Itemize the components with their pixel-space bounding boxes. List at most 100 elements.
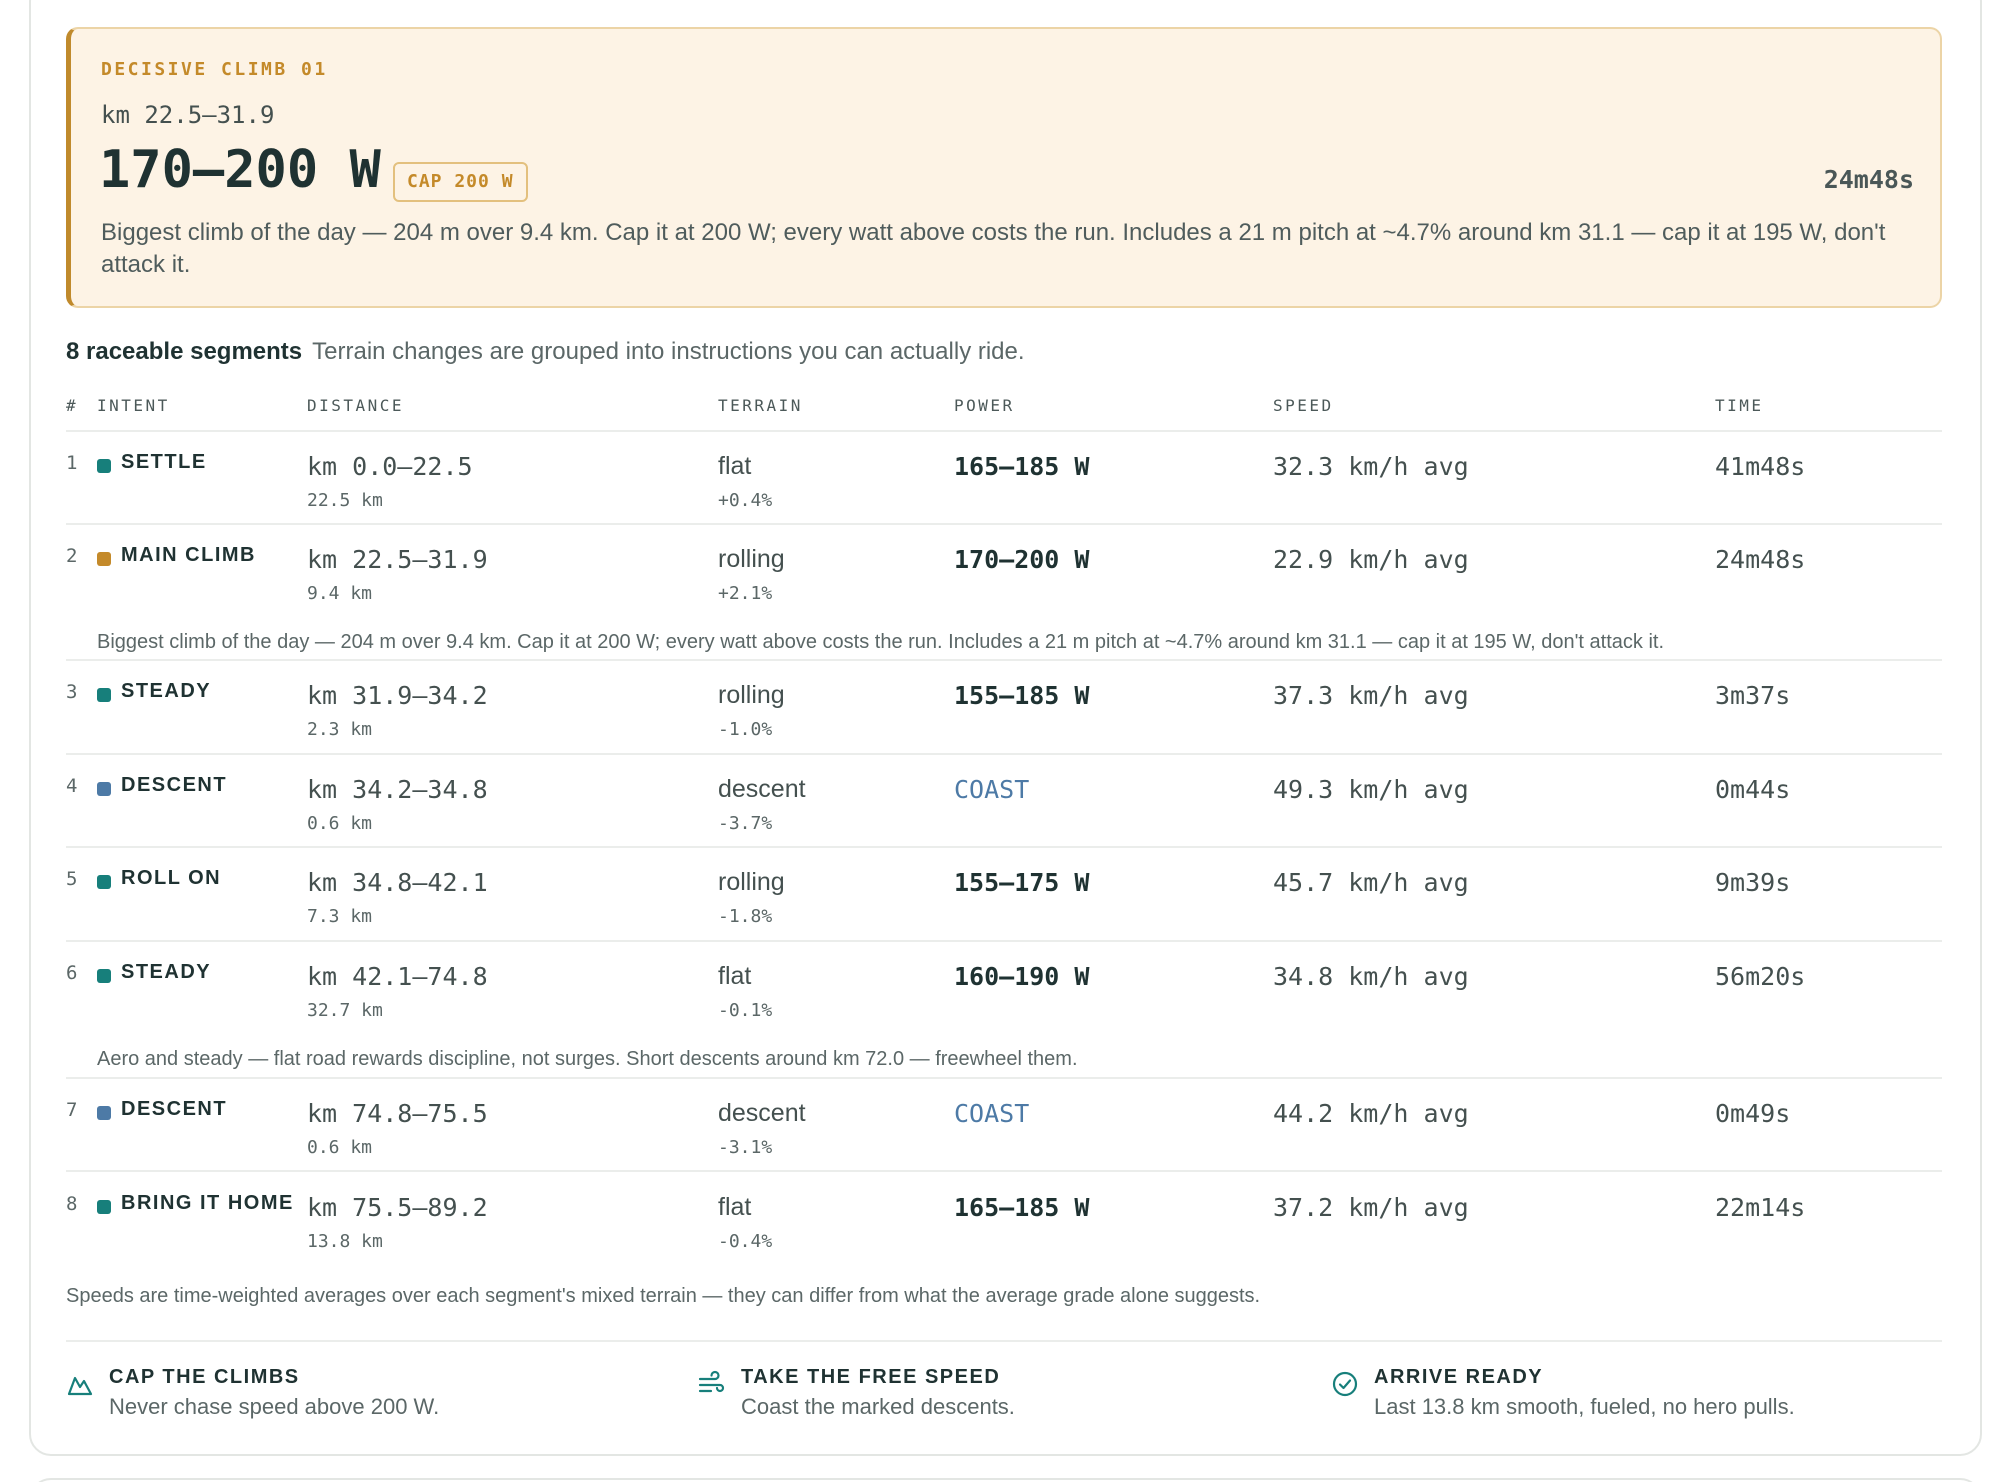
row-terrain: descent (718, 1099, 806, 1127)
intent-swatch (97, 1200, 111, 1214)
row-grade: -0.4% (718, 1231, 773, 1252)
row-distance: km 31.9–34.2 (307, 681, 488, 710)
row-terrain: flat (718, 1193, 752, 1221)
row-divider (66, 523, 1942, 525)
wind-icon (698, 1370, 725, 1393)
row-intent: MAIN CLIMB (121, 544, 256, 566)
row-number: 1 (66, 452, 78, 474)
row-distance: km 0.0–22.5 (307, 452, 473, 481)
row-speed: 32.3 km/h avg (1273, 452, 1469, 481)
row-number: 6 (66, 962, 78, 984)
intent-swatch (97, 782, 111, 796)
callout-power: 170–200 W (99, 140, 381, 200)
row-grade: -1.8% (718, 906, 773, 927)
row-terrain: descent (718, 775, 806, 803)
row-intent: DESCENT (121, 1098, 228, 1120)
row-divider (66, 430, 1942, 432)
row-grade: -3.7% (718, 813, 773, 834)
callout-description: Biggest climb of the day — 204 m over 9.… (101, 219, 1886, 278)
intent-swatch (97, 1106, 111, 1120)
row-divider (66, 1170, 1942, 1172)
segments-heading: 8 raceable segments Terrain changes are g… (66, 338, 1025, 366)
row-speed: 22.9 km/h avg (1273, 545, 1469, 574)
col-header-terrain: TERRAIN (718, 396, 803, 415)
row-divider (66, 659, 1942, 661)
row-terrain: flat (718, 452, 752, 480)
row-distance: km 74.8–75.5 (307, 1099, 488, 1128)
row-length: 13.8 km (307, 1231, 383, 1252)
row-power: 160–190 W (954, 962, 1090, 991)
callout-time: 24m48s (1823, 165, 1914, 194)
cap-badge: CAP 200 W (393, 162, 528, 202)
row-speed: 45.7 km/h avg (1273, 868, 1469, 897)
row-intent: BRING IT HOME (121, 1192, 294, 1214)
tip-text: Coast the marked descents. (741, 1394, 1015, 1419)
row-terrain: flat (718, 962, 752, 990)
row-terrain: rolling (718, 681, 785, 709)
row-number: 8 (66, 1193, 78, 1215)
check-circle-icon (1332, 1371, 1358, 1397)
row-power: 165–185 W (954, 1193, 1090, 1222)
row-intent: SETTLE (121, 451, 207, 473)
intent-swatch (97, 688, 111, 702)
col-header-time: TIME (1715, 396, 1764, 415)
col-header-intent: INTENT (97, 396, 170, 415)
row-number: 2 (66, 545, 78, 567)
col-header-distance: DISTANCE (307, 396, 405, 415)
row-distance: km 22.5–31.9 (307, 545, 488, 574)
row-distance: km 34.2–34.8 (307, 775, 488, 804)
row-speed: 37.2 km/h avg (1273, 1193, 1469, 1222)
row-divider (66, 940, 1942, 942)
row-length: 7.3 km (307, 906, 373, 927)
intent-swatch (97, 552, 111, 566)
row-divider (66, 753, 1942, 755)
row-time: 24m48s (1715, 545, 1806, 574)
row-terrain: rolling (718, 868, 785, 896)
row-length: 9.4 km (307, 583, 373, 604)
row-speed: 44.2 km/h avg (1273, 1099, 1469, 1128)
row-grade: -1.0% (718, 719, 773, 740)
tip-text: Last 13.8 km smooth, fueled, no hero pul… (1374, 1394, 1795, 1419)
segments-count: 8 raceable segments (66, 338, 303, 365)
intent-swatch (97, 875, 111, 889)
next-card (29, 1478, 1982, 1482)
row-number: 4 (66, 775, 78, 797)
row-number: 5 (66, 868, 78, 890)
row-number: 7 (66, 1099, 78, 1121)
row-time: 0m44s (1715, 775, 1791, 804)
row-grade: +2.1% (718, 583, 773, 604)
row-distance: km 75.5–89.2 (307, 1193, 488, 1222)
row-power: 155–185 W (954, 681, 1090, 710)
row-grade: +0.4% (718, 490, 773, 511)
row-distance: km 34.8–42.1 (307, 868, 488, 897)
tip-title: CAP THE CLIMBS (109, 1366, 300, 1388)
row-power: COAST (954, 775, 1030, 804)
row-power: 155–175 W (954, 868, 1090, 897)
row-note: Aero and steady — flat road rewards disc… (97, 1048, 1078, 1070)
col-header-power: POWER (954, 396, 1015, 415)
row-length: 2.3 km (307, 719, 373, 740)
intent-swatch (97, 969, 111, 983)
callout-range: km 22.5–31.9 (101, 101, 275, 129)
tip-title: TAKE THE FREE SPEED (741, 1366, 1001, 1388)
intent-swatch (97, 459, 111, 473)
row-speed: 49.3 km/h avg (1273, 775, 1469, 804)
tip-title: ARRIVE READY (1374, 1366, 1544, 1388)
row-length: 0.6 km (307, 813, 373, 834)
row-grade: -3.1% (718, 1137, 773, 1158)
segments-subtitle: Terrain changes are grouped into instruc… (312, 338, 1025, 365)
row-intent: STEADY (121, 961, 212, 983)
speed-footnote: Speeds are time-weighted averages over e… (66, 1285, 1261, 1307)
row-terrain: rolling (718, 545, 785, 573)
row-length: 22.5 km (307, 490, 383, 511)
col-header-num: # (66, 396, 79, 415)
row-intent: STEADY (121, 680, 212, 702)
tip-text: Never chase speed above 200 W. (109, 1394, 440, 1419)
row-time: 0m49s (1715, 1099, 1791, 1128)
row-speed: 34.8 km/h avg (1273, 962, 1469, 991)
row-length: 32.7 km (307, 1000, 383, 1021)
decisive-climb-callout: DECISIVE CLIMB 01 km 22.5–31.9 170–200 W… (66, 27, 1942, 308)
col-header-speed: SPEED (1273, 396, 1334, 415)
row-number: 3 (66, 681, 78, 703)
row-note: Biggest climb of the day — 204 m over 9.… (97, 631, 1665, 653)
